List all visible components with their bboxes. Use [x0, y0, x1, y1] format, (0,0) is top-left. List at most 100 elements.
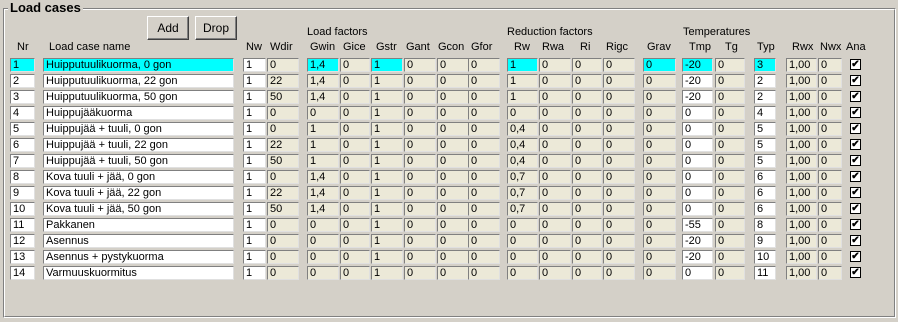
cell-grav[interactable]: 0 [643, 218, 676, 232]
cell-tmp[interactable]: -20 [682, 250, 713, 264]
cell-gwin[interactable]: 1,4 [307, 186, 339, 200]
cell-gwin[interactable]: 1 [307, 122, 339, 136]
cell-nr[interactable]: 12 [10, 234, 35, 248]
cell-tg[interactable]: 0 [715, 58, 745, 72]
cell-gcon[interactable]: 0 [437, 170, 469, 184]
cell-gfor[interactable]: 0 [468, 90, 500, 104]
cell-name[interactable]: Huippujää + tuuli, 22 gon [43, 138, 234, 152]
cell-rw[interactable]: 0,7 [507, 202, 538, 216]
cell-rigc[interactable]: 0 [603, 186, 635, 200]
cell-gfor[interactable]: 0 [468, 186, 500, 200]
cell-rwa[interactable]: 0 [539, 234, 571, 248]
cell-typ[interactable]: 5 [754, 138, 776, 152]
cell-nr[interactable]: 9 [10, 186, 35, 200]
cell-typ[interactable]: 6 [754, 202, 776, 216]
cell-gstr[interactable]: 1 [371, 138, 403, 152]
cell-wdir[interactable]: 0 [267, 266, 299, 280]
cell-gwin[interactable]: 1,4 [307, 202, 339, 216]
cell-gcon[interactable]: 0 [437, 74, 469, 88]
cell-nwx[interactable]: 0 [818, 170, 842, 184]
cell-nr[interactable]: 6 [10, 138, 35, 152]
cell-rwa[interactable]: 0 [539, 186, 571, 200]
cell-nwx[interactable]: 0 [818, 202, 842, 216]
cell-nr[interactable]: 3 [10, 90, 35, 104]
drop-button[interactable]: Drop [195, 16, 237, 40]
cell-gant[interactable]: 0 [404, 170, 436, 184]
cell-name[interactable]: Asennus [43, 234, 234, 248]
cell-gstr[interactable]: 1 [371, 106, 403, 120]
cell-nwx[interactable]: 0 [818, 122, 842, 136]
cell-gwin[interactable]: 0 [307, 266, 339, 280]
cell-gcon[interactable]: 0 [437, 266, 469, 280]
ana-checkbox[interactable]: ✔ [850, 219, 861, 230]
cell-gwin[interactable]: 1,4 [307, 58, 339, 72]
cell-gice[interactable]: 0 [340, 186, 370, 200]
cell-rigc[interactable]: 0 [603, 106, 635, 120]
cell-rwx[interactable]: 1,00 [786, 74, 817, 88]
cell-tmp[interactable]: 0 [682, 202, 713, 216]
cell-gant[interactable]: 0 [404, 154, 436, 168]
cell-gant[interactable]: 0 [404, 266, 436, 280]
cell-rwa[interactable]: 0 [539, 74, 571, 88]
cell-gcon[interactable]: 0 [437, 234, 469, 248]
cell-wdir[interactable]: 0 [267, 234, 299, 248]
cell-typ[interactable]: 6 [754, 170, 776, 184]
cell-grav[interactable]: 0 [643, 154, 676, 168]
cell-gant[interactable]: 0 [404, 74, 436, 88]
ana-checkbox[interactable]: ✔ [850, 91, 861, 102]
cell-rwx[interactable]: 1,00 [786, 170, 817, 184]
cell-rw[interactable]: 1 [507, 74, 538, 88]
cell-name[interactable]: Varmuuskuormitus [43, 266, 234, 280]
cell-nwx[interactable]: 0 [818, 106, 842, 120]
cell-gstr[interactable]: 1 [371, 218, 403, 232]
cell-grav[interactable]: 0 [643, 202, 676, 216]
ana-checkbox[interactable]: ✔ [850, 107, 861, 118]
cell-name[interactable]: Asennus + pystykuorma [43, 250, 234, 264]
cell-nwx[interactable]: 0 [818, 90, 842, 104]
cell-gstr[interactable]: 1 [371, 266, 403, 280]
cell-rw[interactable]: 0,7 [507, 170, 538, 184]
cell-gfor[interactable]: 0 [468, 138, 500, 152]
ana-checkbox[interactable]: ✔ [850, 171, 861, 182]
cell-gcon[interactable]: 0 [437, 122, 469, 136]
cell-rigc[interactable]: 0 [603, 90, 635, 104]
cell-gstr[interactable]: 1 [371, 186, 403, 200]
cell-tmp[interactable]: -20 [682, 90, 713, 104]
ana-checkbox[interactable]: ✔ [850, 155, 861, 166]
cell-gfor[interactable]: 0 [468, 122, 500, 136]
cell-rw[interactable]: 0,4 [507, 154, 538, 168]
cell-rwx[interactable]: 1,00 [786, 234, 817, 248]
cell-rwa[interactable]: 0 [539, 122, 571, 136]
cell-nr[interactable]: 10 [10, 202, 35, 216]
add-button[interactable]: Add [147, 16, 189, 40]
cell-rw[interactable]: 0 [507, 106, 538, 120]
cell-nw[interactable]: 1 [243, 154, 266, 168]
cell-nwx[interactable]: 0 [818, 74, 842, 88]
ana-checkbox[interactable]: ✔ [850, 203, 861, 214]
cell-gfor[interactable]: 0 [468, 250, 500, 264]
cell-rwa[interactable]: 0 [539, 90, 571, 104]
ana-checkbox[interactable]: ✔ [850, 235, 861, 246]
cell-rw[interactable]: 0 [507, 234, 538, 248]
cell-gstr[interactable]: 1 [371, 202, 403, 216]
cell-gfor[interactable]: 0 [468, 170, 500, 184]
cell-wdir[interactable]: 0 [267, 58, 299, 72]
cell-tg[interactable]: 0 [715, 234, 745, 248]
cell-gice[interactable]: 0 [340, 74, 370, 88]
cell-gcon[interactable]: 0 [437, 186, 469, 200]
ana-checkbox[interactable]: ✔ [850, 139, 861, 150]
cell-rwa[interactable]: 0 [539, 58, 571, 72]
cell-name[interactable]: Kova tuuli + jää, 50 gon [43, 202, 234, 216]
cell-ri[interactable]: 0 [572, 186, 602, 200]
cell-gstr[interactable]: 1 [371, 74, 403, 88]
cell-tg[interactable]: 0 [715, 266, 745, 280]
cell-gwin[interactable]: 1 [307, 154, 339, 168]
cell-wdir[interactable]: 22 [267, 186, 299, 200]
cell-wdir[interactable]: 22 [267, 138, 299, 152]
cell-gice[interactable]: 0 [340, 218, 370, 232]
cell-rwx[interactable]: 1,00 [786, 154, 817, 168]
cell-ri[interactable]: 0 [572, 74, 602, 88]
cell-nwx[interactable]: 0 [818, 250, 842, 264]
cell-rwx[interactable]: 1,00 [786, 106, 817, 120]
cell-ri[interactable]: 0 [572, 250, 602, 264]
